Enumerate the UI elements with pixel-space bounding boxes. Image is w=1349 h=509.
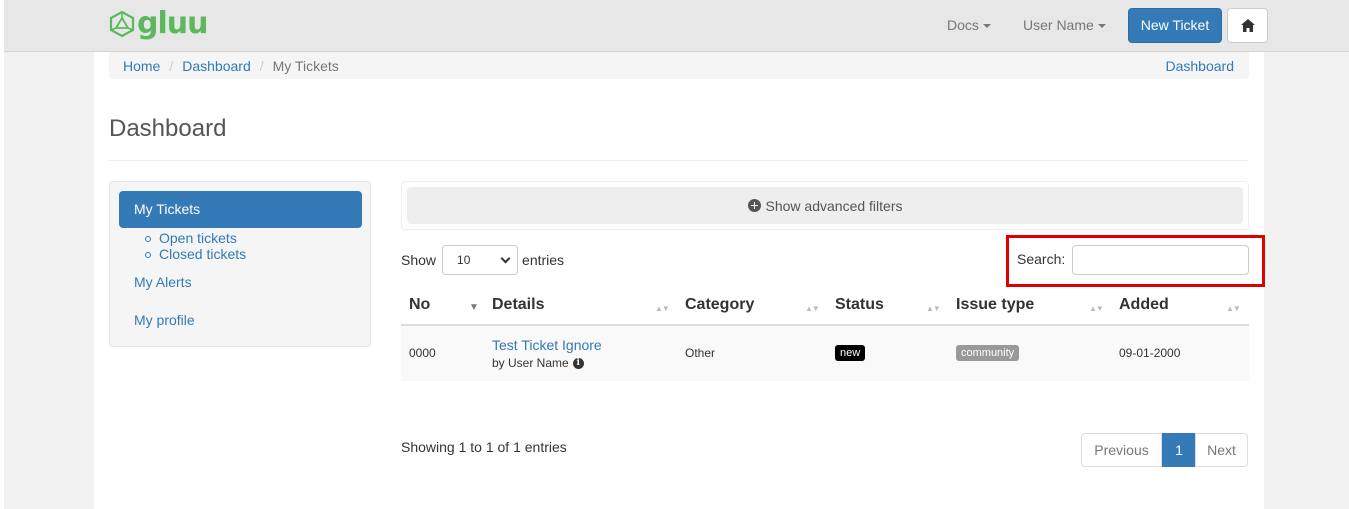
ticket-title-link[interactable]: Test Ticket Ignore [492, 337, 602, 353]
column-header-status[interactable]: Status [835, 296, 884, 314]
pagination: Previous 1 Next [1081, 433, 1248, 467]
show-advanced-filters-button[interactable]: Show advanced filters [407, 187, 1243, 224]
user-dropdown[interactable]: User Name [1023, 17, 1106, 33]
window-edge [0, 0, 4, 509]
column-header-category[interactable]: Category [685, 296, 754, 314]
column-header-added[interactable]: Added [1119, 296, 1169, 314]
gluu-logo[interactable]: gluu [109, 6, 208, 41]
breadcrumb-current: My Tickets [272, 57, 339, 74]
chevron-down-icon [500, 253, 511, 264]
sidebar-item-closed-tickets[interactable]: Closed tickets [144, 246, 246, 262]
table-info: Showing 1 to 1 of 1 entries [401, 439, 567, 455]
breadcrumb-dashboard[interactable]: Dashboard [182, 58, 251, 74]
sidebar-item-open-tickets[interactable]: Open tickets [145, 230, 237, 246]
breadcrumb-separator: / [169, 57, 174, 74]
ticket-author-text: by User Name [492, 356, 569, 370]
divider [109, 160, 1249, 161]
breadcrumb: Home / Dashboard / My Tickets Dashboard [109, 52, 1249, 79]
page-1-button[interactable]: 1 [1162, 433, 1196, 467]
main-container: Home / Dashboard / My Tickets Dashboard … [94, 52, 1265, 509]
show-label: Show [401, 252, 437, 268]
sort-icon: ▲▼ [655, 304, 670, 313]
sidebar: My Tickets Open tickets Closed tickets M… [109, 181, 371, 347]
previous-page-button[interactable]: Previous [1081, 433, 1162, 467]
filter-label: Show advanced filters [765, 197, 903, 214]
entries-label: entries [522, 252, 565, 268]
gluu-logo-icon [109, 10, 135, 38]
new-ticket-button[interactable]: New Ticket [1128, 8, 1222, 43]
sort-icon: ▲▼ [805, 304, 820, 313]
page-size-value: 10 [457, 253, 471, 267]
plus-circle-icon [747, 199, 761, 212]
sidebar-item-my-alerts[interactable]: My Alerts [134, 274, 192, 290]
breadcrumb-home[interactable]: Home [123, 58, 160, 74]
sort-icon: ▲▼ [1089, 304, 1104, 313]
home-button[interactable] [1227, 8, 1268, 43]
sidebar-item-my-tickets[interactable]: My Tickets [119, 191, 362, 228]
sort-desc-icon: ▼ [469, 302, 479, 313]
home-icon [1240, 19, 1255, 32]
column-header-issue-type[interactable]: Issue type [956, 296, 1034, 314]
page-size-select[interactable]: 10 [442, 245, 519, 275]
info-icon[interactable]: i [572, 357, 584, 369]
breadcrumb-separator: / [259, 57, 264, 74]
caret-down-icon [1097, 24, 1106, 29]
ticket-author: by User Name i [492, 356, 584, 370]
column-header-no[interactable]: No [409, 296, 430, 314]
logo-text: gluu [137, 6, 208, 41]
sort-icon: ▲▼ [1226, 304, 1241, 313]
column-header-details[interactable]: Details [492, 296, 544, 314]
cell-added: 09-01-2000 [1119, 346, 1181, 360]
issue-type-badge: community [956, 345, 1020, 361]
page-title: Dashboard [109, 115, 227, 142]
user-label: User Name [1023, 17, 1094, 33]
breadcrumb-right-dashboard-link[interactable]: Dashboard [1166, 58, 1235, 74]
search-highlight-box [1006, 235, 1265, 287]
next-page-button[interactable]: Next [1195, 433, 1248, 467]
top-navbar: gluu Docs User Name New Ticket [4, 0, 1349, 52]
table-row: 0000 Test Ticket Ignore by User Name i O… [401, 326, 1249, 381]
filter-panel: Show advanced filters [401, 181, 1249, 230]
docs-label: Docs [947, 17, 979, 33]
sort-icon: ▲▼ [926, 304, 941, 313]
status-badge: new [835, 345, 866, 361]
sidebar-item-my-profile[interactable]: My profile [134, 312, 195, 328]
caret-down-icon [982, 24, 991, 29]
docs-dropdown[interactable]: Docs [947, 17, 991, 33]
cell-category: Other [685, 346, 716, 360]
page-length-control: Show 10 entries [401, 245, 564, 275]
cell-no: 0000 [409, 346, 436, 360]
